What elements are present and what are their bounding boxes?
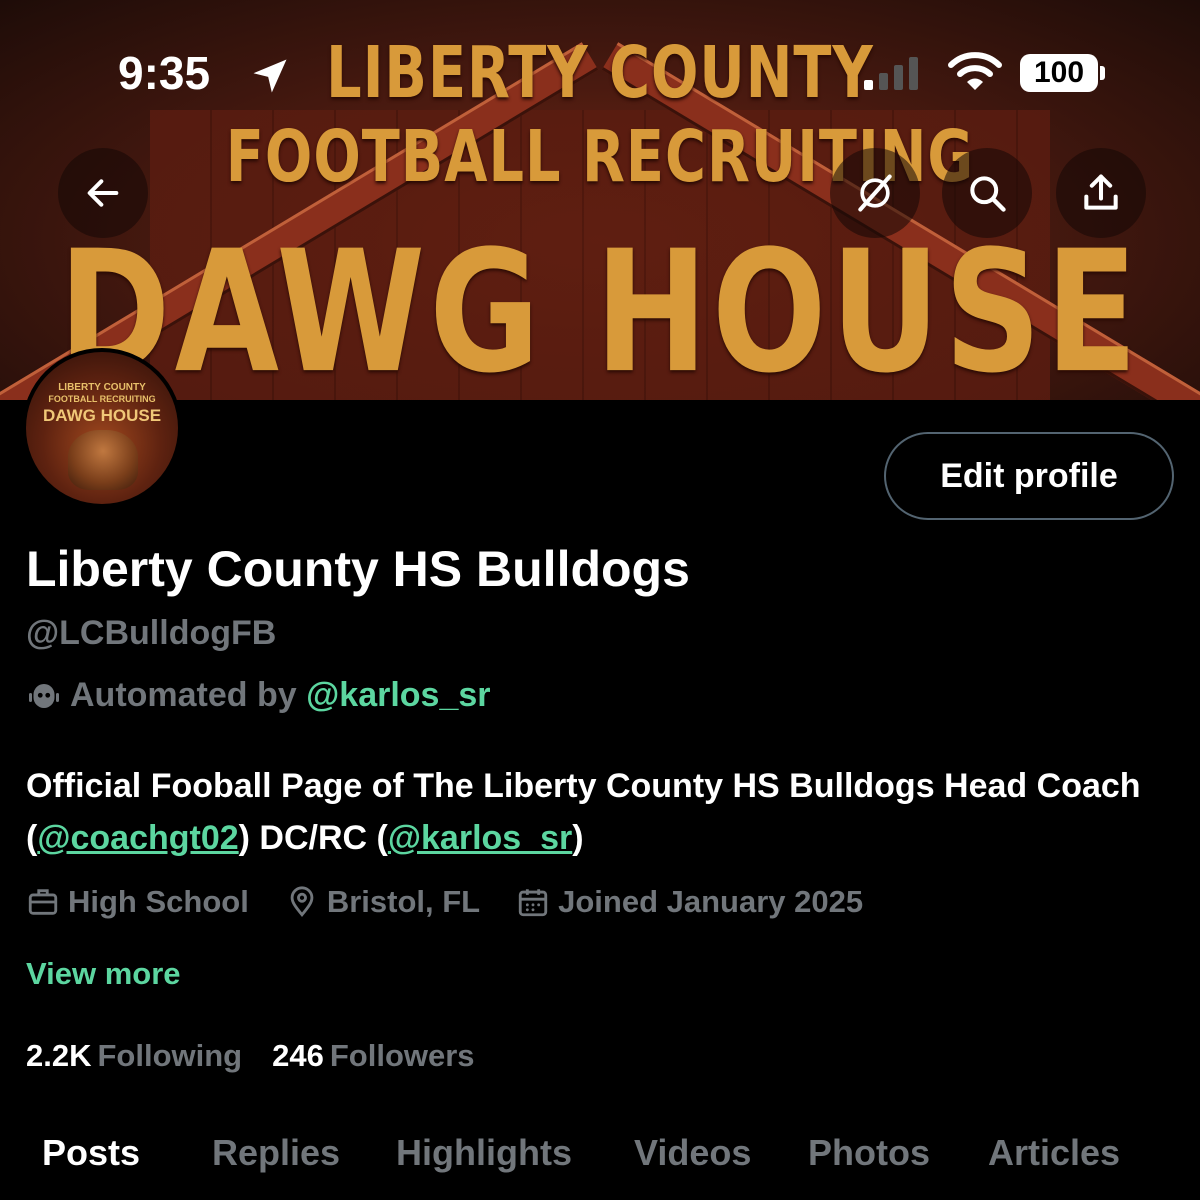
location-pin-icon [290,886,314,917]
grok-button[interactable] [830,148,920,238]
tab-photos[interactable]: Photos [808,1132,930,1174]
status-bar: 9:35 100 [0,42,1200,102]
wifi-icon [948,52,1002,90]
following-label[interactable]: Following [97,1038,242,1074]
automated-by-link[interactable]: @karlos_sr [306,676,490,715]
joined-text: Joined January 2025 [558,884,864,919]
back-button[interactable] [58,148,148,238]
bio-link-coach[interactable]: @coachgt02 [37,819,238,857]
bio-text-2: ) DC/RC ( [238,819,388,857]
status-time: 9:35 [118,47,211,99]
bot-icon [29,683,59,708]
share-button[interactable] [1056,148,1146,238]
followers-label[interactable]: Followers [330,1038,475,1074]
profile-handle: @LCBulldogFB [26,614,277,652]
search-button[interactable] [942,148,1032,238]
tab-highlights[interactable]: Highlights [396,1132,572,1174]
back-arrow-icon [87,179,119,207]
battery-tip [1100,66,1105,80]
category-text: High School [68,884,249,919]
battery-indicator: 100 [1020,54,1098,92]
location-text: Bristol, FL [326,884,481,919]
calendar-icon [518,889,548,917]
avatar-text-3: DAWG HOUSE [42,406,162,425]
meta-location: Bristol, FL [285,884,480,920]
profile-meta: High School Bristol, FL Joined January 2… [26,884,899,920]
followers-count[interactable]: 246 [272,1038,324,1074]
meta-joined: Joined January 2025 [516,884,863,920]
avatar-text-1: LIBERTY COUNTY [58,382,146,393]
cell-signal-icon [864,57,918,90]
edit-profile-button[interactable]: Edit profile [884,432,1174,520]
profile-bio: Official Fooball Page of The Liberty Cou… [26,760,1156,864]
tab-replies[interactable]: Replies [212,1132,340,1174]
profile-tabs: Posts Replies Highlights Videos Photos A… [0,1132,1200,1192]
view-more-link[interactable]: View more [26,956,181,992]
tab-posts[interactable]: Posts [42,1132,140,1174]
tab-articles[interactable]: Articles [988,1132,1120,1174]
bio-link-karlos[interactable]: @karlos_sr [388,819,572,857]
avatar-text-2: FOOTBALL RECRUITING [48,394,156,404]
profile-name: Liberty County HS Bulldogs [26,541,690,597]
avatar[interactable]: LIBERTY COUNTY FOOTBALL RECRUITING DAWG … [22,348,182,508]
automated-prefix: Automated by [70,676,297,714]
banner-line-3: DAWG HOUSE [58,215,1142,400]
meta-category: High School [26,884,249,920]
tab-videos[interactable]: Videos [634,1132,751,1174]
follow-stats: 2.2K Following 246 Followers [26,1038,505,1074]
automated-label: Automated by @karlos_sr [26,676,491,715]
grok-icon [858,174,892,212]
bio-text-3: ) [572,819,584,857]
following-count[interactable]: 2.2K [26,1038,91,1074]
bulldog-image [68,430,138,490]
location-arrow-icon [253,59,287,93]
briefcase-icon [28,889,58,915]
search-icon [970,176,1006,212]
share-icon [1084,174,1118,210]
avatar-image: LIBERTY COUNTY FOOTBALL RECRUITING DAWG … [26,352,178,504]
